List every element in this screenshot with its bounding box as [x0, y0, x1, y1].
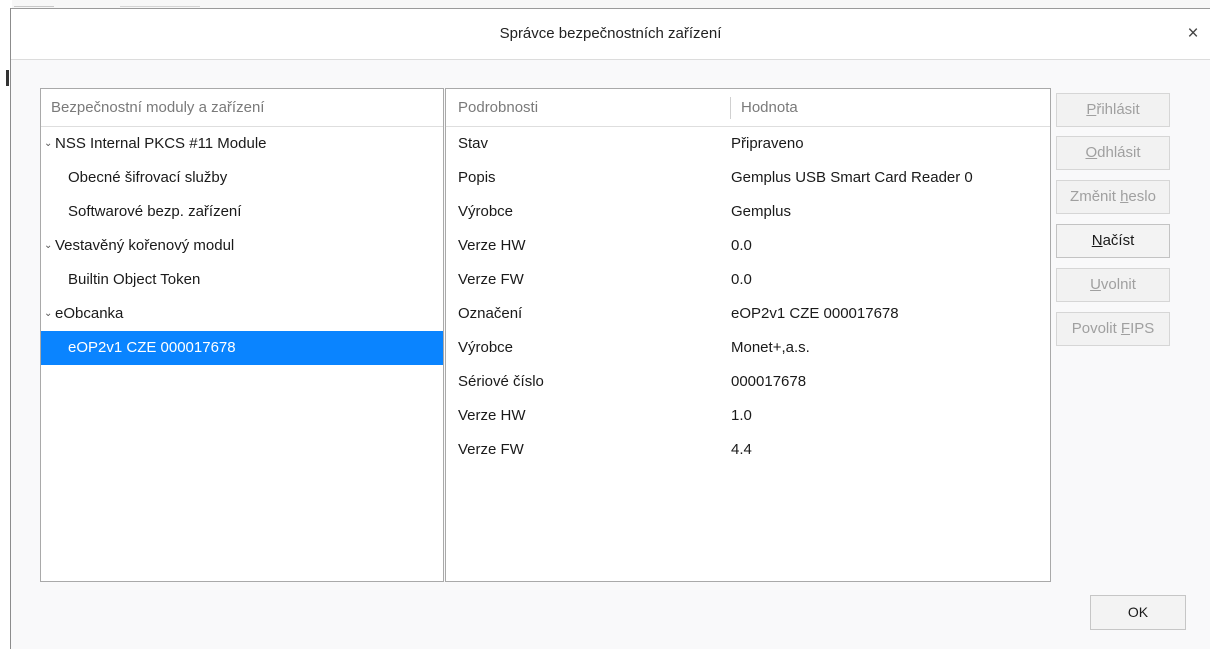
unload-label-post: volnit [1100, 276, 1136, 293]
detail-key: Výrobce [458, 203, 514, 220]
detail-value: Gemplus [731, 203, 792, 220]
value-column-header[interactable]: Hodnota [741, 89, 798, 126]
detail-row[interactable]: Verze FW 0.0 [446, 263, 1050, 297]
detail-key: Verze HW [458, 407, 526, 424]
logout-label-post: dhlásit [1097, 144, 1141, 161]
expand-chevron-icon[interactable]: ⌄ [44, 127, 55, 161]
tree-item[interactable]: ⌄ eObcanka [41, 297, 443, 331]
dialog-titlebar: Správce bezpečnostních zařízení × [11, 9, 1210, 60]
tree-item[interactable]: Obecné šifrovací služby [41, 161, 443, 195]
detail-row[interactable]: Popis Gemplus USB Smart Card Reader 0 [446, 161, 1050, 195]
login-accesskey: P [1086, 101, 1097, 118]
unload-accesskey: U [1090, 276, 1101, 293]
detail-key: Verze HW [458, 237, 526, 254]
tree-item[interactable]: ⌄ NSS Internal PKCS #11 Module [41, 127, 443, 161]
enable-fips-label-post: IPS [1130, 320, 1155, 337]
login-button[interactable]: Přihlásit [1056, 93, 1170, 127]
dialog-title: Správce bezpečnostních zařízení [499, 25, 722, 42]
detail-value: 4.4 [731, 441, 752, 458]
tree-item[interactable]: Builtin Object Token [41, 263, 443, 297]
change-password-button[interactable]: Změnit heslo [1056, 180, 1170, 214]
background-fragment [120, 0, 200, 7]
background-mark [6, 70, 9, 86]
detail-row[interactable]: Verze FW 4.4 [446, 433, 1050, 467]
detail-key: Sériové číslo [458, 373, 544, 390]
tree-item-label: Softwarové bezp. zařízení [68, 203, 242, 220]
details-table-header: Podrobnosti Hodnota [446, 89, 1050, 127]
detail-row[interactable]: Verze HW 1.0 [446, 399, 1050, 433]
detail-key: Popis [458, 169, 496, 186]
tree-item-label: NSS Internal PKCS #11 Module [55, 135, 267, 152]
expand-chevron-icon[interactable]: ⌄ [44, 297, 55, 331]
device-manager-dialog: Správce bezpečnostních zařízení × Bezpeč… [11, 8, 1210, 649]
change-password-label-post: eslo [1128, 188, 1156, 205]
close-icon[interactable]: × [1180, 21, 1206, 47]
background-fragment [14, 0, 54, 7]
detail-value: 0.0 [731, 271, 752, 288]
enable-fips-button[interactable]: Povolit FIPS [1056, 312, 1170, 346]
unload-button[interactable]: Uvolnit [1056, 268, 1170, 302]
tree-item-label: eOP2v1 CZE 000017678 [68, 339, 236, 356]
enable-fips-label-pre: Povolit [1071, 320, 1121, 337]
login-label-post: řihlásit [1096, 101, 1140, 118]
detail-row[interactable]: Sériové číslo 000017678 [446, 365, 1050, 399]
detail-value: Gemplus USB Smart Card Reader 0 [731, 169, 973, 186]
enable-fips-accesskey: F [1120, 320, 1131, 337]
detail-key: Stav [458, 135, 489, 152]
tree-item-label: Builtin Object Token [68, 271, 201, 288]
column-separator[interactable] [730, 97, 731, 119]
modules-tree[interactable]: Bezpečnostní moduly a zařízení ⌄ NSS Inte… [40, 88, 444, 582]
page: Správce bezpečnostních zařízení × Bezpeč… [0, 0, 1210, 649]
detail-row[interactable]: Verze HW 0.0 [446, 229, 1050, 263]
ok-button[interactable]: OK [1090, 595, 1186, 630]
details-table: Podrobnosti Hodnota Stav Připraveno Popis G… [445, 88, 1051, 582]
details-column-header[interactable]: Podrobnosti [458, 89, 538, 126]
expand-chevron-icon[interactable]: ⌄ [44, 229, 55, 263]
tree-item[interactable]: Softwarové bezp. zařízení [41, 195, 443, 229]
detail-key: Výrobce [458, 339, 514, 356]
logout-button[interactable]: Odhlásit [1056, 136, 1170, 170]
background-window-strip [0, 0, 1210, 8]
detail-value: 000017678 [731, 373, 807, 390]
detail-value: eOP2v1 CZE 000017678 [731, 305, 899, 322]
detail-row[interactable]: Stav Připraveno [446, 127, 1050, 161]
detail-key: Verze FW [458, 441, 524, 458]
detail-key: Verze FW [458, 271, 524, 288]
tree-item[interactable]: ⌄ Vestavěný kořenový modul [41, 229, 443, 263]
change-password-label-pre: Změnit [1070, 188, 1121, 205]
logout-accesskey: O [1085, 144, 1098, 161]
detail-row[interactable]: Výrobce Monet+,a.s. [446, 331, 1050, 365]
tree-item-label: eObcanka [55, 305, 124, 322]
detail-row[interactable]: Výrobce Gemplus [446, 195, 1050, 229]
load-label-post: ačíst [1102, 232, 1135, 249]
detail-value: Monet+,a.s. [731, 339, 810, 356]
modules-tree-header: Bezpečnostní moduly a zařízení [41, 89, 443, 127]
detail-key: Označení [458, 305, 523, 322]
load-button[interactable]: Načíst [1056, 224, 1170, 258]
tree-item-label: Obecné šifrovací služby [68, 169, 228, 186]
detail-value: 1.0 [731, 407, 752, 424]
detail-row[interactable]: Označení eOP2v1 CZE 000017678 [446, 297, 1050, 331]
tree-item-label: Vestavěný kořenový modul [55, 237, 235, 254]
modules-column-header[interactable]: Bezpečnostní moduly a zařízení [51, 89, 264, 126]
detail-value: Připraveno [731, 135, 804, 152]
tree-item[interactable]: eOP2v1 CZE 000017678 [41, 331, 443, 365]
load-accesskey: N [1091, 232, 1103, 249]
detail-value: 0.0 [731, 237, 752, 254]
